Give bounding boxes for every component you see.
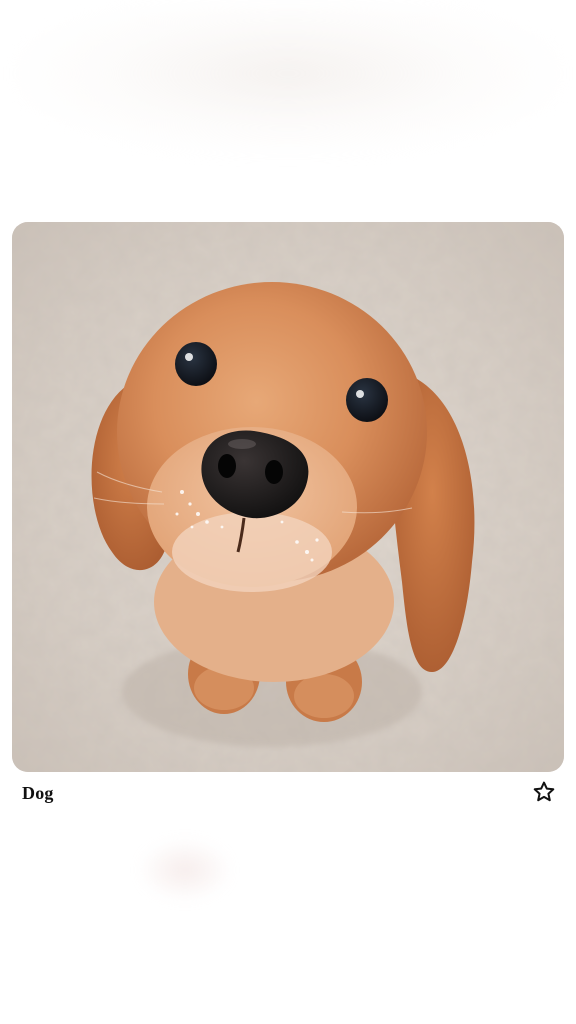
image-card[interactable] [12,222,564,772]
caption-row: Dog [12,778,564,812]
screen: Dog [0,0,576,1024]
star-outline-icon [533,781,555,802]
blurred-background-bottom [140,840,230,900]
puppy-photo[interactable] [12,222,564,772]
image-caption: Dog [22,783,54,803]
favorite-button[interactable] [530,778,558,806]
blurred-background-top [14,6,562,156]
